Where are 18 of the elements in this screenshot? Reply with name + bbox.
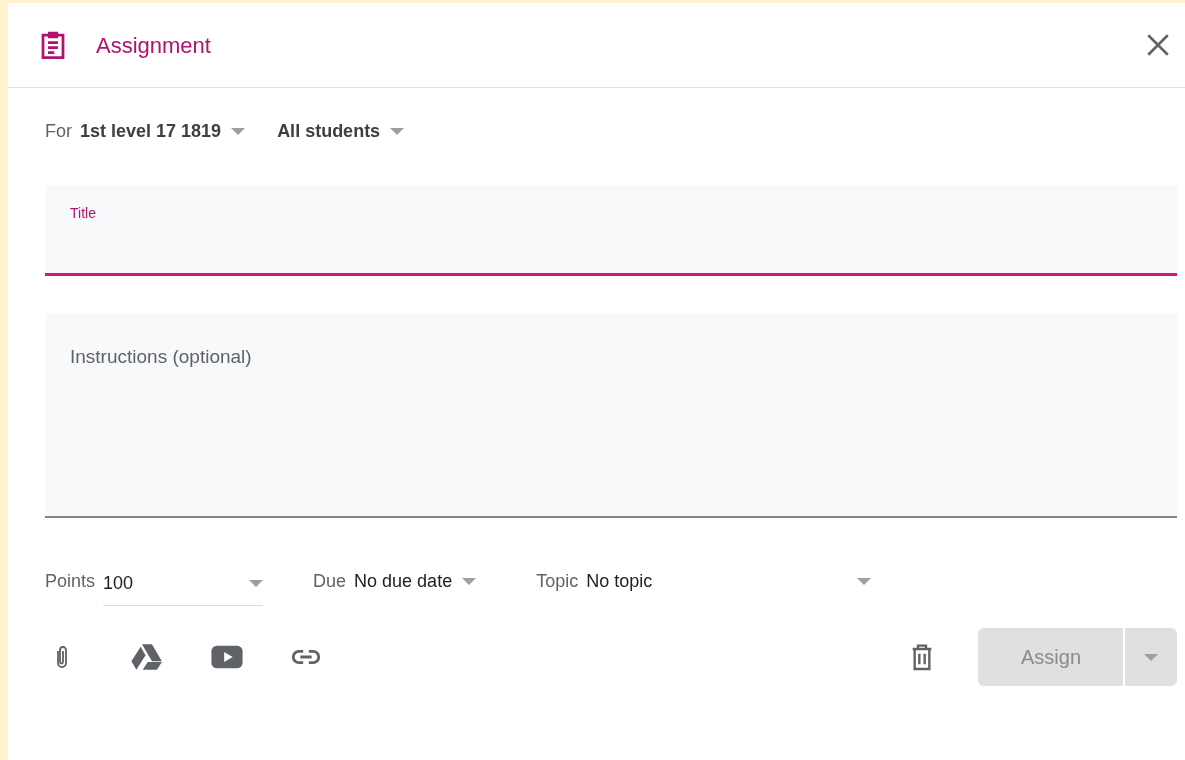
- caret-icon: [390, 128, 405, 135]
- points-label: Points: [45, 570, 96, 593]
- class-dropdown[interactable]: 1st level 17 1819: [80, 118, 246, 145]
- dialog-title: Assignment: [96, 31, 211, 60]
- students-dropdown[interactable]: All students: [277, 118, 405, 145]
- caret-icon: [231, 128, 246, 135]
- topic-dropdown[interactable]: No topic: [586, 568, 872, 595]
- caret-icon: [1144, 653, 1158, 661]
- caret-icon: [857, 578, 872, 585]
- points-dropdown[interactable]: 100: [103, 568, 264, 606]
- caret-icon: [249, 580, 264, 587]
- instructions-field[interactable]: Instructions (optional): [45, 313, 1177, 518]
- title-field[interactable]: Title: [45, 185, 1177, 276]
- due-dropdown[interactable]: No due date: [354, 568, 477, 595]
- for-label: For: [45, 120, 72, 143]
- caret-icon: [462, 578, 477, 585]
- topic-label: Topic: [536, 570, 579, 593]
- due-label: Due: [313, 570, 347, 593]
